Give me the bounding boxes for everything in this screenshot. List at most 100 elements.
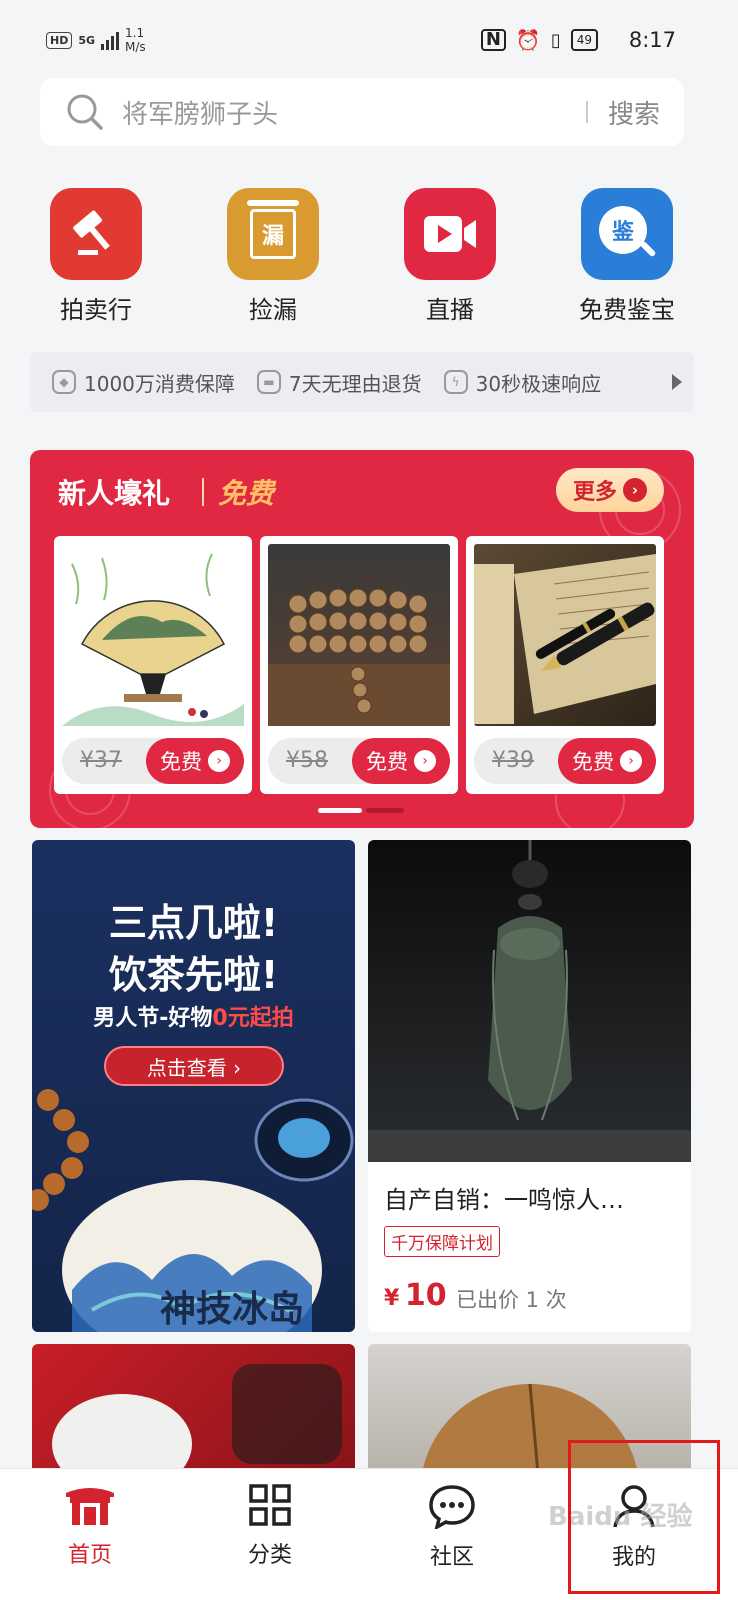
banner-subline-highlight: 0元起拍 xyxy=(212,1006,294,1031)
price-pill: ¥39 免费 › xyxy=(474,738,656,784)
currency-symbol: ¥ xyxy=(384,1286,400,1311)
grid-icon xyxy=(249,1484,291,1526)
quick-entry-label: 直播 xyxy=(426,296,474,324)
search-button[interactable]: 搜索 xyxy=(608,94,660,131)
quick-entry-appraise[interactable]: 鉴 免费鉴宝 xyxy=(567,188,687,325)
chat-bubble-icon xyxy=(429,1485,475,1531)
more-button[interactable]: 更多 › xyxy=(556,468,664,512)
product-name: 自产自销：一鸣惊人… xyxy=(384,1186,624,1214)
carousel-indicator xyxy=(318,808,404,813)
price-pill: ¥58 免费 › xyxy=(268,738,450,784)
hd-badge: HD xyxy=(46,31,73,49)
new-user-title: 新人壕礼 xyxy=(58,477,171,510)
guarantee-item: ▬ 7天无理由退货 xyxy=(256,368,422,397)
arrow-right-icon[interactable] xyxy=(672,374,682,390)
lou-glyph: 漏 xyxy=(261,224,284,249)
status-right: N ⏰ ▯ 49 xyxy=(480,28,598,52)
gift-card[interactable]: ¥39 免费 › xyxy=(466,536,664,794)
free-claim-button[interactable]: 免费 › xyxy=(558,738,656,784)
quick-entry-label: 免费鉴宝 xyxy=(579,296,675,324)
search-divider xyxy=(585,101,588,123)
fountain-pen-image xyxy=(474,544,656,726)
banner-headline-2: 饮茶先啦! xyxy=(108,953,279,997)
search-icon xyxy=(67,94,103,130)
original-price: ¥39 xyxy=(492,748,534,773)
search-input[interactable]: 将军膀狮子头 xyxy=(122,94,586,131)
banner-brush-text-value: 神技冰岛 xyxy=(160,1289,305,1330)
vibrate-icon: ▯ xyxy=(550,29,561,51)
banner-subline-prefix: 男人节-好物 xyxy=(93,1006,213,1031)
speed-unit: M/s xyxy=(125,40,146,54)
new-user-subtitle: 免费 xyxy=(218,477,275,510)
folding-fan-image xyxy=(62,544,244,726)
truck-icon: ▬ xyxy=(256,370,281,394)
tab-category[interactable]: 分类 xyxy=(210,1483,330,1569)
appraise-magnifier-icon: 鉴 xyxy=(581,188,673,280)
network-type: 5G xyxy=(78,33,96,47)
jade-cicada-image xyxy=(368,840,691,1162)
banner-subline: 男人节-好物0元起拍 xyxy=(32,1000,355,1032)
video-camera-icon xyxy=(404,188,496,280)
guarantee-item: ◆ 1000万消费保障 xyxy=(52,368,235,397)
highlight-box xyxy=(568,1440,720,1594)
new-user-panel: 新人壕礼 免费 更多 › ¥37 免费 › ¥58 免费 › ¥39 免费 › xyxy=(30,450,694,828)
quick-entry-bargain[interactable]: 漏 捡漏 xyxy=(213,188,333,325)
clock: 8:17 xyxy=(628,28,676,52)
network-speed: 1.1 M/s xyxy=(125,26,146,54)
original-price: ¥58 xyxy=(286,748,328,773)
chevron-right-icon: › xyxy=(414,750,436,772)
tab-home[interactable]: 首页 xyxy=(30,1483,150,1569)
price-pill: ¥37 免费 › xyxy=(62,738,244,784)
banner-brush-text: 神技冰岛 xyxy=(160,1280,304,1332)
appraise-glyph: 鉴 xyxy=(599,206,647,254)
nfc-icon: N xyxy=(480,29,506,51)
guarantee-strip[interactable]: ◆ 1000万消费保障 ▬ 7天无理由退货 ϟ 30秒极速响应 xyxy=(30,352,694,412)
speed-value: 1.1 xyxy=(125,26,145,40)
free-label: 免费 xyxy=(366,750,408,774)
home-gate-icon xyxy=(66,1488,114,1525)
title-divider xyxy=(202,478,204,506)
product-card[interactable] xyxy=(32,1344,355,1474)
alarm-icon: ⏰ xyxy=(515,28,541,52)
quick-entry-label: 捡漏 xyxy=(249,296,297,324)
free-label: 免费 xyxy=(160,750,202,774)
shield-icon: ◆ xyxy=(52,370,76,394)
chevron-right-icon: › xyxy=(623,478,647,502)
gift-card[interactable]: ¥58 免费 › xyxy=(260,536,458,794)
original-price: ¥37 xyxy=(80,748,122,773)
free-claim-button[interactable]: 免费 › xyxy=(352,738,450,784)
status-bar: HD 5G 1.1 M/s N ⏰ ▯ 49 8:17 xyxy=(0,0,738,80)
guarantee-label: 1000万消费保障 xyxy=(84,371,235,396)
battery-icon: 49 xyxy=(570,29,598,51)
lou-tag-icon: 漏 xyxy=(227,188,319,280)
guarantee-tag: 千万保障计划 xyxy=(384,1226,500,1257)
search-bar[interactable]: 将军膀狮子头 搜索 xyxy=(40,78,684,146)
quick-entry-label: 拍卖行 xyxy=(60,296,132,324)
quick-entry-live[interactable]: 直播 xyxy=(390,188,510,325)
signal-icon xyxy=(101,30,120,50)
more-label: 更多 xyxy=(572,480,617,505)
free-label: 免费 xyxy=(572,750,614,774)
gavel-icon xyxy=(50,188,142,280)
guarantee-label: 7天无理由退货 xyxy=(288,371,422,396)
tab-label: 分类 xyxy=(247,1543,292,1568)
tab-label: 社区 xyxy=(429,1545,474,1570)
chevron-right-icon: › xyxy=(208,750,230,772)
jade-ring-image xyxy=(52,1364,342,1474)
tab-label: 首页 xyxy=(67,1543,112,1568)
promo-banner[interactable]: 三点几啦! 饮茶先啦! 男人节-好物0元起拍 点击查看 › 神技冰岛 xyxy=(32,840,355,1332)
current-price: ¥ 10 xyxy=(384,1278,447,1313)
tab-community[interactable]: 社区 xyxy=(392,1483,512,1571)
guarantee-label: 30秒极速响应 xyxy=(475,371,602,396)
quick-entry-auction[interactable]: 拍卖行 xyxy=(36,188,156,325)
banner-headline-1: 三点几啦! xyxy=(108,901,279,945)
bead-bracelet-image xyxy=(268,544,450,726)
bid-count: 已出价 1 次 xyxy=(456,1288,567,1312)
price-value: 10 xyxy=(404,1278,447,1313)
lightning-icon: ϟ xyxy=(443,370,468,394)
guarantee-item: ϟ 30秒极速响应 xyxy=(443,368,602,397)
product-card[interactable]: 自产自销：一鸣惊人… 千万保障计划 ¥ 10 已出价 1 次 xyxy=(368,840,691,1332)
chevron-right-icon: › xyxy=(620,750,642,772)
gift-card[interactable]: ¥37 免费 › xyxy=(54,536,252,794)
free-claim-button[interactable]: 免费 › xyxy=(146,738,244,784)
